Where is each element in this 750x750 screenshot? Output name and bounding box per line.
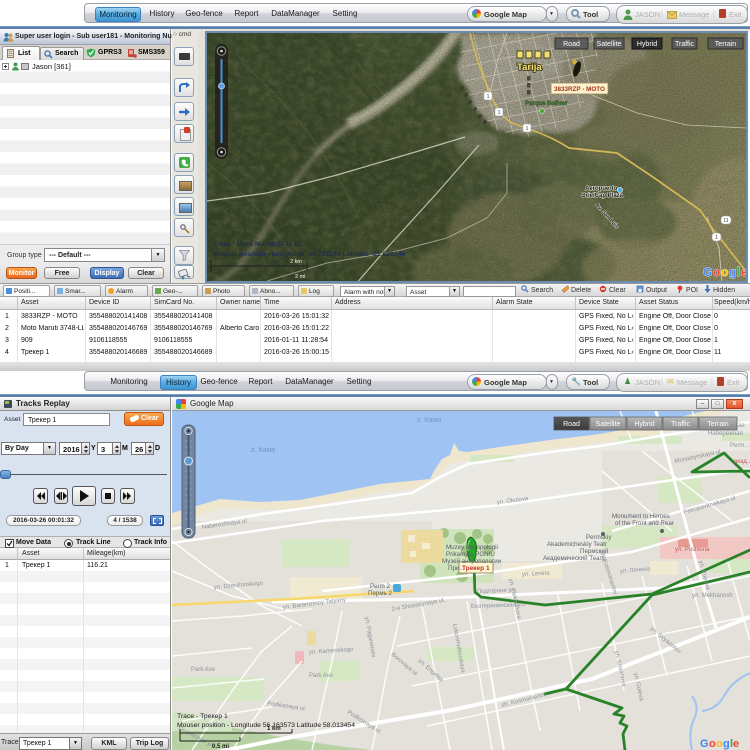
svg-text:o: o: [713, 265, 720, 279]
svg-text:1: 1: [487, 94, 490, 100]
svg-text:Музей антропологии: Музей антропологии: [442, 558, 502, 565]
svg-text:Mouser position - Longitude -6: Mouser position - Longitude -64.727240 L…: [213, 251, 405, 258]
svg-text:При...: При...: [448, 565, 465, 572]
svg-text:Aeropuerto: Aeropuerto: [585, 186, 618, 192]
svg-text:Satellite: Satellite: [596, 421, 621, 428]
svg-text:2 mi: 2 mi: [295, 274, 305, 280]
svg-text:Пермский: Пермский: [580, 548, 609, 555]
svg-text:Satellite: Satellite: [597, 41, 622, 48]
svg-text:g: g: [729, 265, 736, 279]
svg-text:Terrain: Terrain: [707, 421, 729, 428]
svg-text:Hybrid: Hybrid: [634, 421, 654, 428]
svg-text:акад...: акад...: [734, 459, 750, 465]
svg-text:Perm 2: Perm 2: [370, 583, 391, 590]
svg-text:Traffic: Traffic: [671, 421, 691, 428]
svg-text:0.5 mi: 0.5 mi: [212, 744, 229, 750]
svg-text:ул. Pushkina: ул. Pushkina: [675, 547, 710, 553]
svg-text:Road: Road: [563, 41, 580, 48]
svg-text:Traffic: Traffic: [675, 41, 695, 48]
svg-text:Monument to Heroes: Monument to Heroes: [612, 513, 670, 520]
svg-text:Road: Road: [563, 421, 580, 428]
svg-text:Prikamya, PGNIU: Prikamya, PGNIU: [446, 551, 495, 558]
svg-text:г. Кама: г. Кама: [417, 417, 441, 424]
svg-text:Park Ave: Park Ave: [309, 673, 334, 679]
svg-text:ул. Mekhanosh: ул. Mekhanosh: [692, 593, 733, 599]
svg-text:11: 11: [723, 218, 728, 224]
svg-text:G: G: [700, 738, 709, 750]
svg-text:e: e: [741, 265, 746, 279]
svg-text:Trace - Moto Maruti 3748-LL: Trace - Moto Maruti 3748-LL: [213, 241, 303, 248]
svg-text:Parque Bolivar: Parque Bolivar: [525, 101, 568, 107]
svg-text:г. Кама: г. Кама: [251, 447, 275, 454]
svg-text:e: e: [733, 738, 739, 750]
svg-text:Terrain: Terrain: [715, 41, 737, 48]
svg-text:G: G: [703, 265, 712, 279]
svg-text:1 km: 1 km: [267, 726, 281, 732]
svg-text:l: l: [737, 265, 740, 279]
svg-text:Набережная: Набережная: [708, 431, 743, 437]
svg-text:3833RZP - MOTO: 3833RZP - MOTO: [554, 86, 605, 93]
svg-text:1: 1: [526, 126, 529, 132]
svg-text:Пермь 2: Пермь 2: [368, 590, 393, 597]
svg-text:OrielCap Plaza: OrielCap Plaza: [581, 193, 624, 199]
svg-text:1: 1: [715, 235, 718, 241]
svg-text:o: o: [716, 738, 723, 750]
svg-text:Tarija: Tarija: [517, 62, 542, 73]
svg-text:o: o: [709, 738, 716, 750]
svg-text:of the Front and Rear: of the Front and Rear: [615, 520, 674, 527]
svg-text:2 km: 2 km: [290, 259, 302, 265]
svg-text:Permskiy: Permskiy: [586, 534, 612, 541]
svg-text:Академический Театр: Академический Театр: [543, 555, 606, 562]
svg-text:Трекер 1: Трекер 1: [462, 565, 490, 572]
svg-text:Muzey antropologii: Muzey antropologii: [446, 544, 498, 551]
svg-text:g: g: [723, 738, 730, 750]
svg-text:Park Ave: Park Ave: [191, 667, 216, 673]
svg-text:Trace - Трекер 1: Trace - Трекер 1: [177, 713, 228, 720]
svg-text:Akademicheskiy Teatr: Akademicheskiy Teatr: [547, 541, 607, 548]
svg-text:1: 1: [498, 110, 501, 116]
svg-text:Perm...: Perm...: [730, 443, 750, 449]
svg-text:o: o: [721, 265, 728, 279]
svg-text:Hybrid: Hybrid: [637, 41, 657, 48]
